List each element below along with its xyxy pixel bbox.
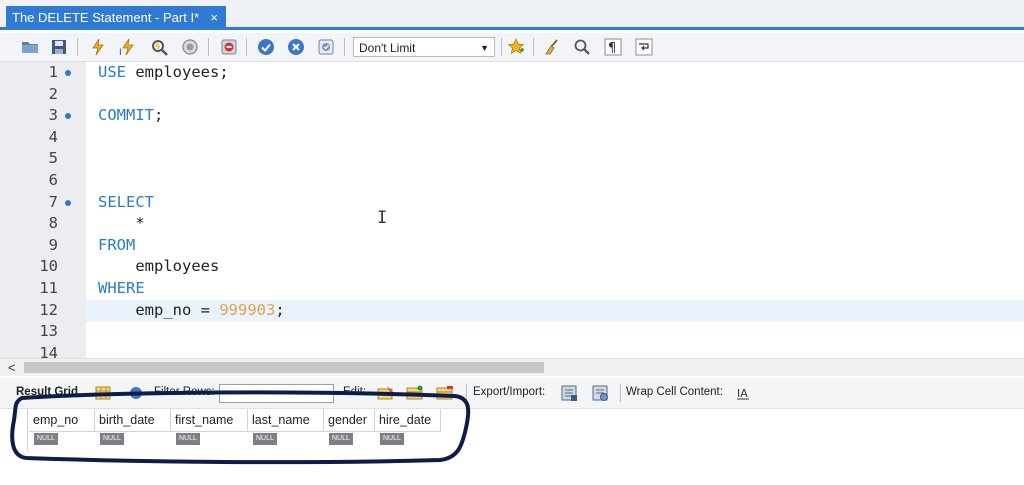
open-folder-icon[interactable]	[19, 36, 41, 58]
stop-icon[interactable]	[179, 36, 201, 58]
line-number: 12	[39, 300, 58, 319]
code-line[interactable]: 3 COMMIT;	[0, 105, 1024, 127]
tab-close-icon[interactable]: ×	[210, 6, 218, 30]
code-text: WHERE	[98, 279, 145, 297]
code-line[interactable]: 4	[0, 127, 1024, 149]
save-icon[interactable]	[48, 36, 70, 58]
code-line[interactable]: 1 USE employees;	[0, 62, 1024, 84]
line-number: 10	[39, 257, 58, 276]
code-text: COMMIT;	[98, 106, 164, 125]
line-number: 6	[48, 171, 58, 189]
explain-magnifier-icon[interactable]	[148, 36, 170, 58]
code-line[interactable]: 5	[0, 148, 1024, 170]
code-text: *	[98, 214, 145, 233]
code-line[interactable]: 11 WHERE	[0, 278, 1024, 300]
code-line[interactable]: 14	[0, 343, 1024, 358]
import-icon[interactable]	[590, 383, 610, 403]
code-text: emp_no = 999903;	[98, 300, 285, 319]
dropdown-arrow-icon: ▼	[480, 43, 489, 53]
export-icon[interactable]	[559, 383, 579, 403]
svg-text:IA: IA	[737, 387, 748, 400]
export-import-label: Export/Import:	[473, 386, 546, 398]
autocommit-icon[interactable]	[315, 36, 337, 58]
tab-strip: The DELETE Statement - Part I* ×	[0, 0, 1024, 30]
line-number: 13	[39, 322, 58, 341]
toolbar-separator	[533, 38, 534, 56]
line-number: 7	[48, 192, 58, 211]
annotation-ellipse	[10, 390, 471, 465]
statement-marker-icon	[65, 113, 71, 120]
sql-toolbar: I Don't Limit ▼ ¶	[0, 33, 1024, 62]
line-number: 11	[39, 279, 58, 297]
toolbar-separator	[246, 38, 247, 56]
horizontal-scrollbar[interactable]: <	[0, 358, 1024, 376]
commit-check-icon[interactable]	[255, 36, 277, 58]
code-text: employees	[98, 257, 220, 276]
line-number: 14	[39, 343, 58, 358]
line-number: 5	[48, 149, 58, 168]
code-text: USE employees;	[98, 63, 229, 81]
svg-text:I: I	[119, 48, 122, 56]
word-wrap-icon[interactable]	[633, 36, 655, 58]
sql-editor[interactable]: I 1 USE employees; 2 3 COMMIT; 4 5 6 7 SELECT 8 * 9…	[0, 62, 1024, 358]
scroll-left-arrow-icon[interactable]: <	[8, 359, 16, 376]
line-number: 9	[48, 235, 58, 254]
code-text: FROM	[98, 235, 136, 254]
add-snippet-star-icon[interactable]	[505, 36, 527, 58]
line-number: 4	[48, 127, 58, 146]
code-text: SELECT	[98, 192, 154, 211]
execute-lightning-icon[interactable]	[87, 36, 109, 58]
code-line[interactable]: 8 *	[0, 213, 1024, 235]
wrap-cell-icon[interactable]: IA	[733, 383, 753, 403]
invisible-chars-pilcrow-icon[interactable]: ¶	[602, 36, 624, 58]
toggle-error-stop-icon[interactable]	[218, 36, 240, 58]
toolbar-separator	[77, 38, 78, 56]
line-number: 8	[48, 214, 58, 233]
scrollbar-thumb[interactable]	[24, 362, 544, 373]
code-line[interactable]: 9 FROM	[0, 235, 1024, 257]
tab-title: The DELETE Statement - Part I*	[12, 10, 200, 25]
editor-tab[interactable]: The DELETE Statement - Part I* ×	[6, 6, 226, 30]
code-line[interactable]: 13	[0, 321, 1024, 343]
toolbar-separator	[208, 38, 209, 56]
row-limit-value: Don't Limit	[359, 41, 416, 55]
row-limit-select[interactable]: Don't Limit ▼	[353, 37, 495, 57]
line-number: 2	[48, 84, 58, 103]
toolbar-separator	[620, 384, 621, 402]
code-line[interactable]: 6	[0, 170, 1024, 192]
svg-text:¶: ¶	[608, 41, 616, 56]
code-line[interactable]: 12 emp_no = 999903;	[0, 300, 1024, 322]
code-line[interactable]: 2	[0, 84, 1024, 106]
toolbar-separator	[501, 38, 502, 56]
find-magnifier-icon[interactable]	[571, 36, 593, 58]
code-line[interactable]: 10 employees	[0, 256, 1024, 278]
rollback-x-icon[interactable]	[285, 36, 307, 58]
statement-marker-icon	[65, 70, 71, 76]
line-number: 1	[48, 63, 58, 81]
execute-current-icon[interactable]: I	[117, 36, 139, 58]
line-number: 3	[48, 106, 58, 125]
statement-marker-icon	[65, 199, 71, 206]
wrap-cell-label: Wrap Cell Content:	[626, 386, 723, 398]
beautify-broom-icon[interactable]	[541, 36, 563, 58]
toolbar-separator	[344, 38, 345, 56]
code-line[interactable]: 7 SELECT	[0, 192, 1024, 214]
